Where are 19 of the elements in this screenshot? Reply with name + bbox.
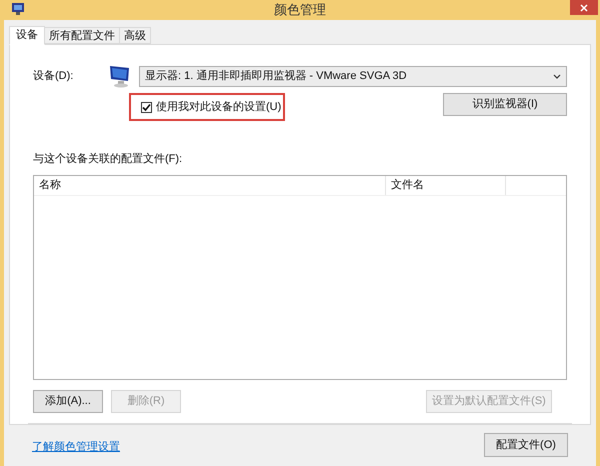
- chevron-down-icon: [553, 74, 561, 78]
- device-dropdown[interactable]: 显示器: 1. 通用非即插即用监视器 - VMware SVGA 3D: [139, 66, 567, 86]
- profiles-button[interactable]: 配置文件(O): [484, 433, 568, 457]
- device-label: 设备(D):: [33, 68, 74, 84]
- window-icon: [12, 3, 24, 15]
- tab[interactable]: 所有配置文件: [44, 27, 120, 44]
- column-header[interactable]: 名称: [34, 176, 386, 194]
- close-button[interactable]: [570, 0, 598, 15]
- close-icon: [580, 4, 588, 12]
- help-link[interactable]: 了解颜色管理设置: [32, 438, 120, 455]
- use-settings-checkbox[interactable]: 使用我对此设备的设置(U): [141, 99, 282, 116]
- action-button[interactable]: 添加(A)...: [33, 390, 103, 413]
- window-title: 颜色管理: [274, 1, 326, 20]
- tab[interactable]: 设备: [9, 26, 45, 45]
- tab[interactable]: 高级: [119, 27, 151, 44]
- checkmark-icon: [142, 102, 151, 112]
- identify-monitor-button[interactable]: 识别监视器(I): [443, 93, 567, 116]
- column-header[interactable]: 文件名: [386, 176, 506, 194]
- profiles-label: 与这个设备关联的配置文件(F):: [33, 152, 184, 167]
